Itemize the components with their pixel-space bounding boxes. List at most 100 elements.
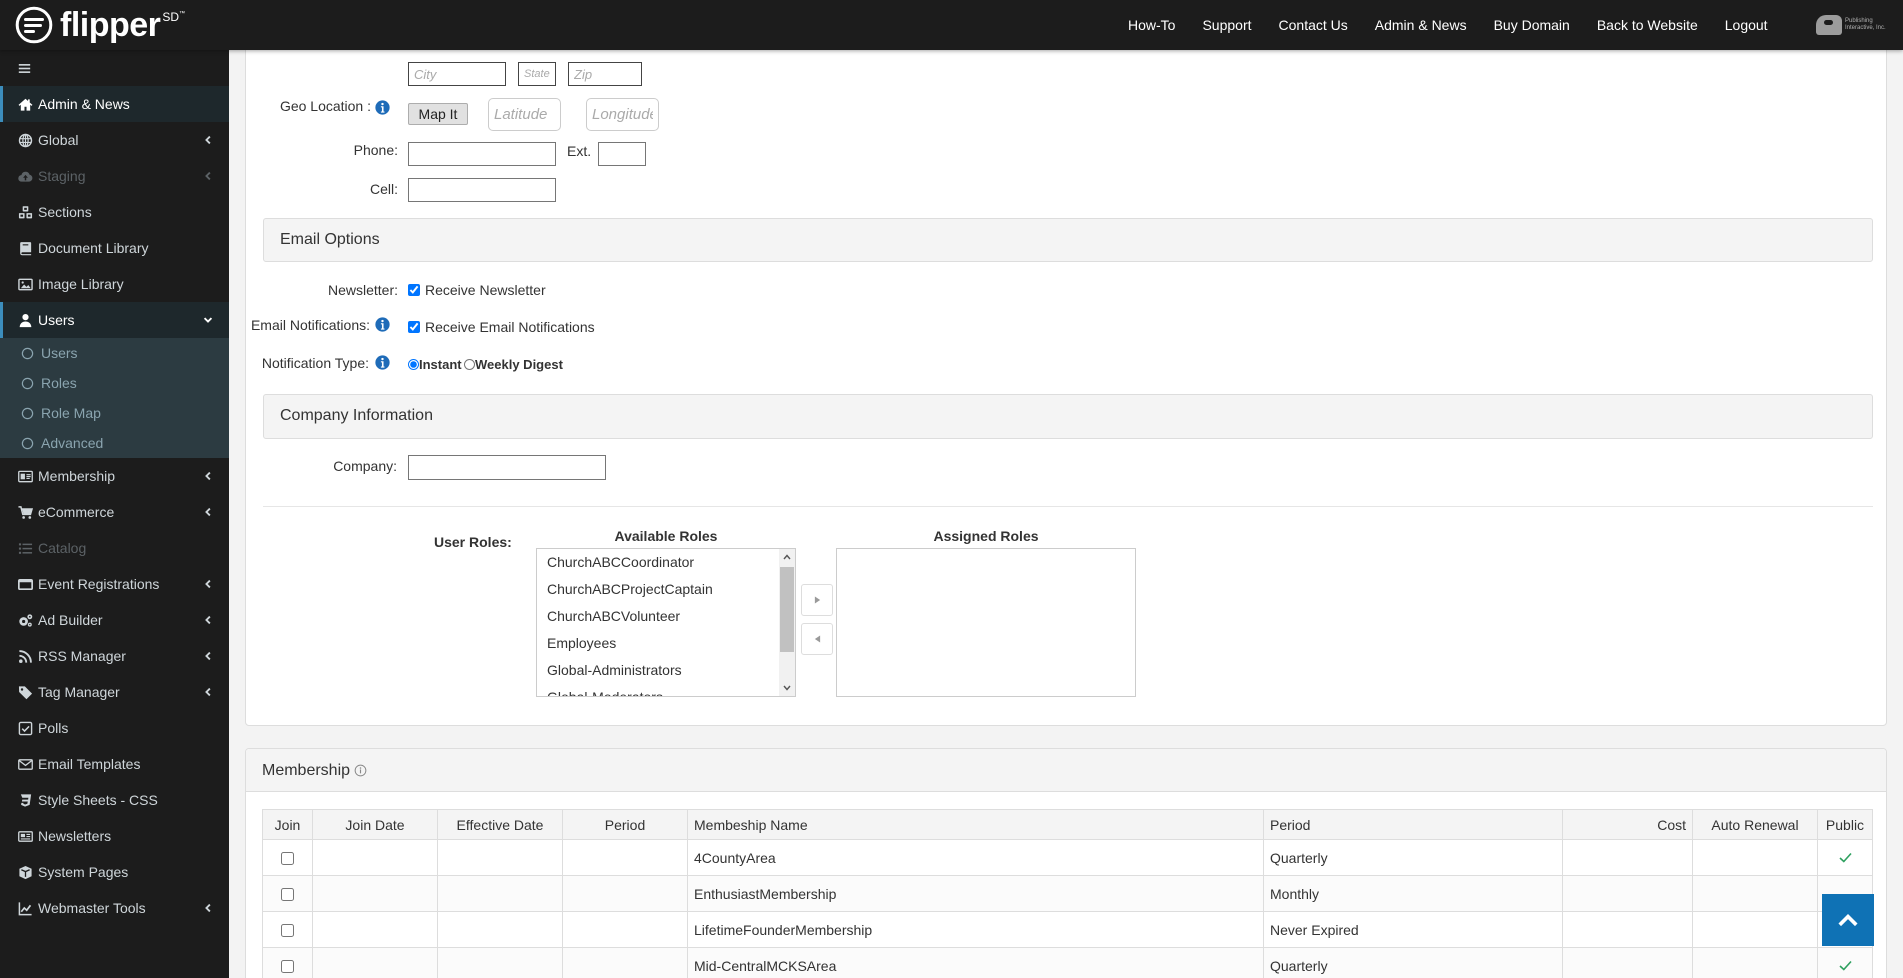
period-cell <box>562 839 688 876</box>
join-checkbox[interactable] <box>281 888 294 902</box>
column-header[interactable]: Effective Date <box>437 809 563 840</box>
chevron-left-icon <box>203 135 213 145</box>
available-role-item[interactable]: ChurchABCProjectCaptain <box>537 576 795 603</box>
notification-type-weekly-digest[interactable]: Weekly Digest <box>464 355 563 373</box>
nav-logout[interactable]: Logout <box>1725 17 1768 33</box>
sidebar-item-users[interactable]: Users <box>0 302 229 338</box>
unassign-role-button[interactable] <box>801 623 833 655</box>
instant-radio[interactable] <box>408 358 419 370</box>
available-role-item[interactable]: Employees <box>537 630 795 657</box>
available-role-item[interactable]: Global-Administrators <box>537 657 795 684</box>
sidebar-item-staging[interactable]: Staging <box>0 158 229 194</box>
column-header[interactable]: Auto Renewal <box>1692 809 1818 840</box>
weekly-digest-radio[interactable] <box>464 358 475 370</box>
assigned-roles-list[interactable] <box>836 548 1136 697</box>
receive-newsletter-option[interactable]: Receive Newsletter <box>408 281 546 299</box>
effective-date-cell <box>437 911 563 948</box>
sidebar-item-document-library[interactable]: Document Library <box>0 230 229 266</box>
column-header[interactable]: Cost <box>1562 809 1693 840</box>
sidebar-item-newsletters[interactable]: Newsletters <box>0 818 229 854</box>
nav-admin-news[interactable]: Admin & News <box>1375 17 1467 33</box>
info-icon[interactable] <box>375 317 390 332</box>
nav-contact-us[interactable]: Contact Us <box>1279 17 1348 33</box>
column-header[interactable]: Join <box>262 809 313 840</box>
logo-text: flipper <box>60 6 161 44</box>
user-icon <box>18 313 33 328</box>
sidebar-item-ad-builder[interactable]: Ad Builder <box>0 602 229 638</box>
receive-email-notifications-checkbox[interactable] <box>408 321 420 333</box>
sidebar-item-event-registrations[interactable]: Event Registrations <box>0 566 229 602</box>
cell-input[interactable] <box>408 178 556 202</box>
nav-back-to-website[interactable]: Back to Website <box>1597 17 1698 33</box>
join-checkbox[interactable] <box>281 852 294 866</box>
submenu-item-roles[interactable]: Roles <box>0 368 229 398</box>
info-icon[interactable] <box>375 100 390 115</box>
phone-input[interactable] <box>408 142 556 166</box>
phone-label: Phone: <box>353 142 398 158</box>
sidebar-item-catalog[interactable]: Catalog <box>0 530 229 566</box>
sidebar-item-sections[interactable]: Sections <box>0 194 229 230</box>
partner-logo[interactable]: Publishing Interactive, Inc. <box>1816 14 1888 36</box>
sidebar-item-email-templates[interactable]: Email Templates <box>0 746 229 782</box>
longitude-input[interactable] <box>586 98 659 131</box>
sidebar-item-global[interactable]: Global <box>0 122 229 158</box>
calendar-icon <box>18 577 33 592</box>
sidebar-item-image-library[interactable]: Image Library <box>0 266 229 302</box>
sidebar-item-label: Admin & News <box>38 96 130 112</box>
sidebar-item-rss-manager[interactable]: RSS Manager <box>0 638 229 674</box>
scrollbar-thumb[interactable] <box>780 567 794 652</box>
scroll-down-arrow-icon[interactable] <box>779 680 795 696</box>
sidebar-item-label: Style Sheets - CSS <box>38 792 158 808</box>
sidebar-item-polls[interactable]: Polls <box>0 710 229 746</box>
column-header[interactable]: Period <box>562 809 688 840</box>
available-role-item[interactable]: Global-Moderators <box>537 684 795 696</box>
latitude-input[interactable] <box>488 98 561 131</box>
nav-support[interactable]: Support <box>1202 17 1251 33</box>
column-header[interactable]: Period <box>1263 809 1563 840</box>
receive-newsletter-checkbox[interactable] <box>408 284 420 296</box>
ext-input[interactable] <box>598 142 646 166</box>
column-header[interactable]: Membeship Name <box>687 809 1264 840</box>
sidebar-item-label: eCommerce <box>38 504 115 520</box>
company-input[interactable] <box>408 455 606 480</box>
image-icon <box>18 277 33 292</box>
sidebar-item-tag-manager[interactable]: Tag Manager <box>0 674 229 710</box>
submenu-item-advanced[interactable]: Advanced <box>0 428 229 458</box>
sidebar-item-admin-news[interactable]: Admin & News <box>0 86 229 122</box>
available-role-item[interactable]: ChurchABCVolunteer <box>537 603 795 630</box>
nav-how-to[interactable]: How-To <box>1128 17 1175 33</box>
join-date-cell <box>312 911 438 948</box>
state-input[interactable] <box>518 62 556 86</box>
sidebar-item-ecommerce[interactable]: eCommerce <box>0 494 229 530</box>
available-roles-list[interactable]: ChurchABCCoordinator ChurchABCProjectCap… <box>536 548 796 697</box>
sidebar: Admin & News Global Staging Sections Doc… <box>0 50 229 978</box>
scroll-to-top-button[interactable] <box>1822 894 1874 946</box>
sidebar-item-membership[interactable]: Membership <box>0 458 229 494</box>
submenu-item-role-map[interactable]: Role Map <box>0 398 229 428</box>
column-header[interactable]: Public <box>1817 809 1873 840</box>
join-checkbox[interactable] <box>281 960 294 974</box>
zip-input[interactable] <box>568 62 642 86</box>
flipper-logo[interactable]: flipper SD ™ <box>15 6 185 44</box>
nav-buy-domain[interactable]: Buy Domain <box>1494 17 1570 33</box>
receive-email-notifications-option[interactable]: Receive Email Notifications <box>408 318 595 336</box>
table-header-row: Join Join Date Effective Date Period Mem… <box>262 809 1873 840</box>
column-header[interactable]: Join Date <box>312 809 438 840</box>
sidebar-toggle[interactable] <box>0 50 229 86</box>
period-cell <box>562 875 688 912</box>
roles-scrollbar[interactable] <box>779 549 795 696</box>
info-circle-icon[interactable] <box>354 764 367 777</box>
map-it-button[interactable]: Map It <box>408 103 468 125</box>
available-role-item[interactable]: ChurchABCCoordinator <box>537 549 795 576</box>
sidebar-item-webmaster-tools[interactable]: Webmaster Tools <box>0 890 229 926</box>
sidebar-item-style-sheets[interactable]: Style Sheets - CSS <box>0 782 229 818</box>
sidebar-item-system-pages[interactable]: System Pages <box>0 854 229 890</box>
join-checkbox[interactable] <box>281 924 294 938</box>
info-icon[interactable] <box>375 355 390 370</box>
scroll-up-arrow-icon[interactable] <box>779 549 795 565</box>
submenu-item-users[interactable]: Users <box>0 338 229 368</box>
assign-role-button[interactable] <box>801 584 833 616</box>
notification-type-instant[interactable]: Instant <box>408 355 462 373</box>
period-cell <box>562 947 688 978</box>
city-input[interactable] <box>408 62 506 86</box>
